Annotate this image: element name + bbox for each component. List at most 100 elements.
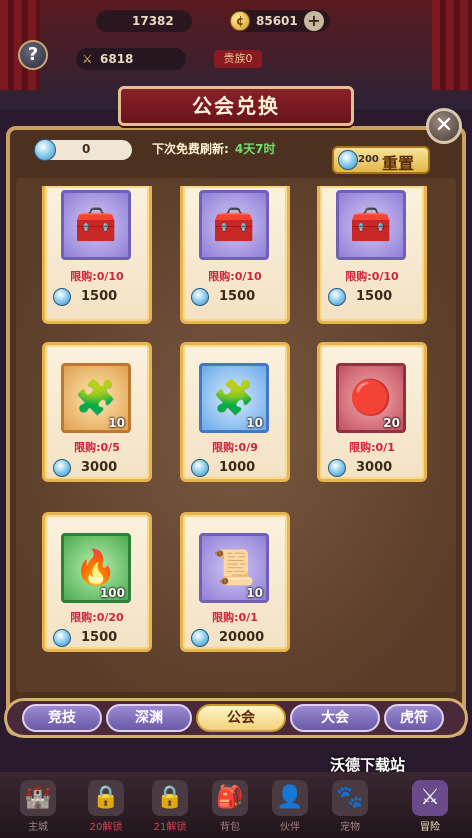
gold-coin-icon: ¢: [230, 11, 250, 31]
shop-item-card[interactable]: 🧰 限购:0/10 1500: [317, 186, 427, 324]
nav-label: 背包: [220, 822, 240, 833]
item-quantity: 100: [99, 586, 125, 600]
shop-item-card[interactable]: 🔴 20 限购:0/1 3000: [317, 342, 427, 482]
help-button[interactable]: ?: [18, 40, 48, 70]
nav-item-partner[interactable]: 👤 伙伴: [262, 776, 318, 836]
winged-chest-icon: 🧰: [349, 205, 393, 245]
shop-item-card[interactable]: 🧩 10 限购:0/5 3000: [42, 342, 152, 482]
purchase-limit: 限购:0/1: [212, 611, 258, 624]
sword-icon: ⚔: [82, 52, 93, 66]
diamond-icon: [53, 459, 71, 477]
winged-chest-icon: 🧰: [74, 205, 118, 245]
item-price: 1500: [356, 289, 393, 304]
diamond-icon: [34, 139, 56, 161]
price-row: 1500: [191, 288, 279, 310]
diamond-icon: [338, 150, 358, 170]
tab-guild[interactable]: 公会: [196, 704, 286, 732]
tab-conference[interactable]: 大会: [290, 704, 380, 732]
diamond-icon: [191, 288, 209, 306]
item-price: 3000: [356, 460, 393, 475]
purchase-limit: 限购:0/10: [345, 270, 399, 283]
shop-item-card[interactable]: 🔥 100 限购:0/20 1500: [42, 512, 152, 652]
item-frame: 🔥 100: [61, 533, 131, 603]
sword-value: 6818: [100, 52, 134, 66]
diamond-icon: [53, 288, 71, 306]
shop-item-card[interactable]: 📜 10 限购:0/1 20000: [180, 512, 290, 652]
partner-icon: 👤: [272, 780, 308, 816]
item-price: 3000: [81, 460, 118, 475]
refresh-time: 4天7时: [234, 142, 276, 156]
nav-item-locked-21[interactable]: 🔒 21解锁: [142, 776, 198, 836]
tab-abyss[interactable]: 深渊: [106, 704, 192, 732]
item-frame: 🧰: [61, 190, 131, 260]
rank-badge[interactable]: 贵族0: [214, 50, 262, 68]
close-button[interactable]: ✕: [426, 108, 462, 144]
curtain-right: [432, 0, 472, 90]
diamond-icon: [191, 629, 209, 647]
purchase-limit: 限购:0/1: [349, 441, 395, 454]
price-row: 1500: [328, 288, 416, 310]
lock-icon: 🔒: [88, 780, 124, 816]
price-row: 3000: [328, 459, 416, 481]
item-price: 1500: [81, 630, 118, 645]
nav-label: 20解锁: [89, 822, 123, 833]
sword-display: ⚔ 6818: [76, 48, 186, 70]
nav-item-adventure[interactable]: ⚔ 冒险: [402, 776, 458, 836]
item-quantity: 10: [246, 586, 263, 600]
winged-chest-icon: 🧰: [212, 205, 256, 245]
item-price: 1500: [81, 289, 118, 304]
price-row: 1500: [53, 288, 141, 310]
castle-icon: 🏰: [20, 780, 56, 816]
price-row: 3000: [53, 459, 141, 481]
nav-label: 主城: [28, 822, 48, 833]
item-frame: 🧩 10: [199, 363, 269, 433]
bag-icon: 🎒: [212, 780, 248, 816]
page-title: 公会兑换: [118, 86, 354, 126]
lock-icon: 🔒: [152, 780, 188, 816]
refresh-label: 下次免费刷新:: [152, 142, 229, 156]
nav-item-main-city[interactable]: 🏰 主城: [10, 776, 66, 836]
item-quantity: 10: [246, 416, 263, 430]
shop-item-card[interactable]: 🧰 限购:0/10 1500: [42, 186, 152, 324]
gold-plus-button[interactable]: +: [304, 11, 324, 31]
nav-label: 冒险: [420, 822, 440, 833]
nav-label: 宠物: [340, 822, 360, 833]
price-row: 20000: [191, 629, 279, 651]
nav-label: 伙伴: [280, 822, 300, 833]
price-row: 1500: [53, 629, 141, 651]
item-quantity: 20: [383, 416, 400, 430]
reset-button[interactable]: 200 重置: [332, 146, 430, 174]
nav-item-bag[interactable]: 🎒 背包: [202, 776, 258, 836]
item-frame: 🔴 20: [336, 363, 406, 433]
shop-item-card[interactable]: 🧩 10 限购:0/9 1000: [180, 342, 290, 482]
item-frame: 📜 10: [199, 533, 269, 603]
diamond-icon: [328, 459, 346, 477]
pet-icon: 🐾: [332, 780, 368, 816]
item-quantity: 10: [108, 416, 125, 430]
diamond-icon: [191, 459, 209, 477]
nav-item-pet[interactable]: 🐾 宠物: [322, 776, 378, 836]
shop-item-card[interactable]: 🧰 限购:0/10 1500: [180, 186, 290, 324]
item-price: 1500: [219, 289, 256, 304]
purchase-limit: 限购:0/9: [212, 441, 258, 454]
tab-tiger-tally[interactable]: 虎符: [384, 704, 444, 732]
diamond-icon: [328, 288, 346, 306]
power-value: 17382: [132, 14, 174, 28]
gold-value: 85601: [256, 14, 298, 28]
diamond-icon: [53, 629, 71, 647]
tab-arena[interactable]: 竞技: [22, 704, 102, 732]
reset-cost: 200: [358, 154, 379, 165]
power-display: 17382: [96, 10, 192, 32]
item-price: 20000: [219, 630, 265, 645]
purchase-limit: 限购:0/10: [208, 270, 262, 283]
price-row: 1000: [191, 459, 279, 481]
refresh-info: 下次免费刷新: 4天7时: [152, 140, 276, 157]
purchase-limit: 限购:0/20: [70, 611, 124, 624]
reset-label: 重置: [382, 154, 415, 173]
purchase-limit: 限购:0/10: [70, 270, 124, 283]
nav-item-locked-20[interactable]: 🔒 20解锁: [78, 776, 134, 836]
swords-icon: ⚔: [412, 780, 448, 816]
item-frame: 🧩 10: [61, 363, 131, 433]
guild-currency-value: 0: [82, 142, 91, 156]
purchase-limit: 限购:0/5: [74, 441, 120, 454]
